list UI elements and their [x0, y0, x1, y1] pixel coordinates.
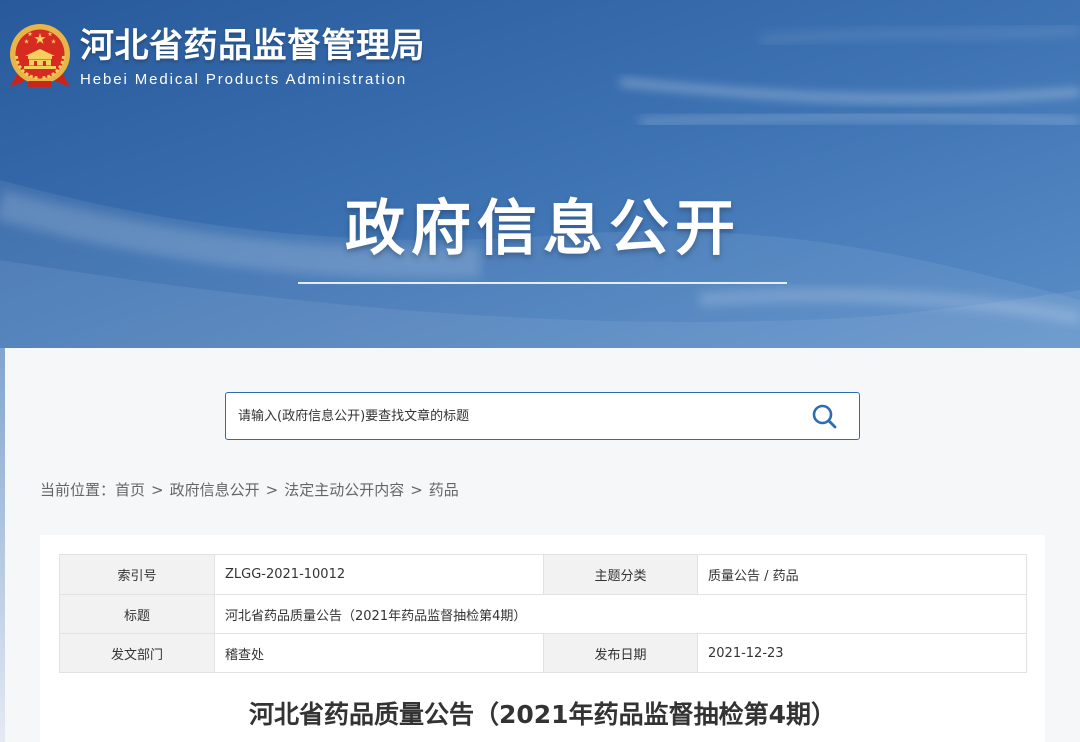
article-card: 索引号 ZLGG-2021-10012 主题分类 质量公告 / 药品 标题 河北… — [40, 535, 1045, 742]
table-row: 标题 河北省药品质量公告（2021年药品监督抽检第4期） — [59, 594, 1027, 634]
section-title: 政府信息公开 — [345, 194, 741, 264]
breadcrumb-item-drugs[interactable]: 药品 — [429, 481, 459, 499]
search-input[interactable] — [226, 393, 796, 439]
info-value-department: 稽查处 — [214, 633, 544, 673]
info-label-index: 索引号 — [59, 554, 215, 595]
site-header: 河北省药品监督管理局 Hebei Medical Products Admini… — [0, 0, 1080, 348]
info-value-category: 质量公告 / 药品 — [697, 554, 1027, 595]
info-label-date: 发布日期 — [543, 633, 698, 673]
breadcrumb-separator: > — [265, 481, 279, 499]
breadcrumb-item-gov-info[interactable]: 政府信息公开 — [170, 481, 260, 499]
site-subtitle: Hebei Medical Products Administration — [80, 71, 408, 88]
table-row: 索引号 ZLGG-2021-10012 主题分类 质量公告 / 药品 — [59, 554, 1027, 595]
search-button[interactable] — [811, 403, 838, 430]
site-title: 河北省药品监督管理局 — [80, 26, 425, 66]
breadcrumb-prefix: 当前位置： — [40, 481, 116, 499]
info-value-title: 河北省药品质量公告（2021年药品监督抽检第4期） — [214, 594, 1027, 634]
national-emblem-icon — [10, 24, 70, 87]
breadcrumb: 当前位置：首页 > 政府信息公开 > 法定主动公开内容 > 药品 — [40, 480, 459, 500]
main-content: 当前位置：首页 > 政府信息公开 > 法定主动公开内容 > 药品 索引号 ZLGG-2021… — [5, 348, 1080, 742]
info-value-date: 2021-12-23 — [697, 633, 1027, 673]
section-title-divider — [298, 282, 787, 284]
info-label-category: 主题分类 — [543, 554, 698, 595]
breadcrumb-separator: > — [410, 481, 423, 499]
search-icon — [812, 404, 837, 429]
search-box — [225, 392, 860, 440]
site-logo-link[interactable]: 河北省药品监督管理局 Hebei Medical Products Admini… — [6, 18, 446, 94]
article-title: 河北省药品质量公告（2021年药品监督抽检第4期） — [249, 700, 836, 729]
document-info-table: 索引号 ZLGG-2021-10012 主题分类 质量公告 / 药品 标题 河北… — [59, 554, 1027, 673]
breadcrumb-item-statutory-content[interactable]: 法定主动公开内容 — [284, 481, 404, 499]
breadcrumb-separator: > — [151, 481, 164, 499]
breadcrumb-item-home[interactable]: 首页 — [115, 481, 145, 499]
info-value-index: ZLGG-2021-10012 — [214, 554, 544, 595]
info-label-title: 标题 — [59, 594, 215, 634]
table-row: 发文部门 稽查处 发布日期 2021-12-23 — [59, 633, 1027, 673]
info-label-department: 发文部门 — [59, 633, 215, 673]
